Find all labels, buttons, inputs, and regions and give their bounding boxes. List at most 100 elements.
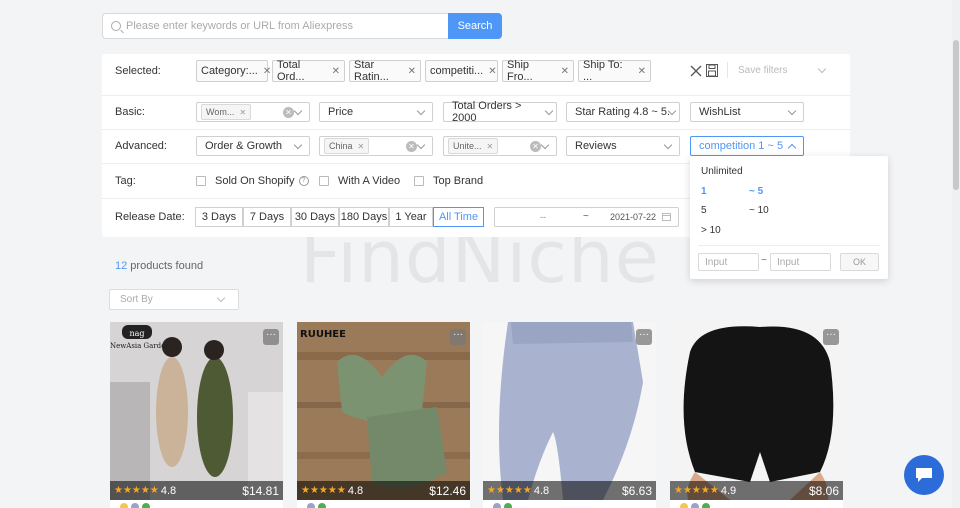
release-180-days[interactable]: 180 Days <box>339 207 389 227</box>
divider <box>102 95 850 96</box>
save-icon[interactable] <box>706 64 718 77</box>
product-rating: 4.8 <box>347 484 364 497</box>
product-price: $14.81 <box>242 483 279 498</box>
close-icon[interactable]: ✕ <box>408 66 416 77</box>
sort-by-select[interactable]: Sort By <box>109 289 239 310</box>
competition-gt-10-option[interactable]: > 10 <box>701 225 721 236</box>
competition-1-5-to[interactable]: ~ 5 <box>749 186 763 197</box>
close-icon[interactable]: ✕ <box>239 108 246 117</box>
calendar-icon <box>662 213 671 221</box>
basic-label: Basic: <box>115 106 145 118</box>
release-30-days[interactable]: 30 Days <box>291 207 339 227</box>
checkbox-box[interactable] <box>196 176 206 186</box>
scrollbar-thumb[interactable] <box>953 40 959 190</box>
ship-to-tag: Unite... ✕ <box>448 138 499 154</box>
competition-select[interactable]: competition 1 ~ 5 <box>690 136 804 156</box>
close-icon[interactable]: ✕ <box>332 66 340 77</box>
product-card[interactable]: nag NewAsia Garden ··· ★★★★★ 4.8 $14.81 <box>110 322 283 508</box>
star-rating-icon: ★★★★★ <box>301 485 346 496</box>
product-image[interactable]: nag NewAsia Garden <box>110 322 283 500</box>
chevron-down-icon <box>787 106 797 116</box>
search-button[interactable]: Search <box>448 13 502 39</box>
chevron-down-icon[interactable] <box>817 64 827 74</box>
product-card[interactable]: ··· ★★★★★ 4.8 $6.63 <box>483 322 656 508</box>
product-card[interactable]: RUUHEE ··· ★★★★★ 4.8 $12.46 <box>297 322 470 508</box>
badge-icon <box>691 503 699 508</box>
reviews-select[interactable]: Reviews <box>566 136 680 156</box>
divider <box>102 129 850 130</box>
date-range-picker[interactable]: -- ~ 2021-07-22 <box>494 207 679 227</box>
chat-icon <box>916 468 932 482</box>
checkbox-box[interactable] <box>319 176 329 186</box>
wishlist-select[interactable]: WishList <box>690 102 804 122</box>
sold-on-shopify-checkbox[interactable]: Sold On Shopify? <box>196 175 309 187</box>
search-input[interactable]: Please enter keywords or URL from Aliexp… <box>102 13 448 39</box>
product-price: $12.46 <box>429 483 466 498</box>
clear-icon[interactable]: ✕ <box>406 141 417 152</box>
release-7-days[interactable]: 7 Days <box>243 207 291 227</box>
with-a-video-checkbox[interactable]: With A Video <box>319 175 400 187</box>
chevron-down-icon <box>540 140 550 150</box>
product-image[interactable] <box>670 322 843 500</box>
competition-max-input[interactable]: Input <box>770 253 831 271</box>
product-image[interactable] <box>483 322 656 500</box>
badge-icon <box>680 503 688 508</box>
release-3-days[interactable]: 3 Days <box>195 207 243 227</box>
product-card[interactable]: ··· ★★★★★ 4.9 $8.06 <box>670 322 843 508</box>
competition-ok-button[interactable]: OK <box>840 253 879 271</box>
checkbox-box[interactable] <box>414 176 424 186</box>
total-orders-select[interactable]: Total Orders > 2000 <box>443 100 557 124</box>
selected-chip-competition[interactable]: competiti... ✕ <box>425 60 498 82</box>
chat-button[interactable] <box>904 455 944 495</box>
clear-all-icon[interactable] <box>690 65 702 77</box>
save-filters-button[interactable]: Save filters <box>738 65 787 76</box>
competition-min-input[interactable]: Input <box>698 253 759 271</box>
top-brand-checkbox[interactable]: Top Brand <box>414 175 483 187</box>
more-options-icon[interactable]: ··· <box>823 329 839 345</box>
product-image[interactable]: RUUHEE <box>297 322 470 500</box>
product-brand: RUUHEE <box>300 329 346 340</box>
product-badges <box>493 503 515 508</box>
selected-chip-ship-from[interactable]: Ship Fro... ✕ <box>502 59 574 83</box>
clear-icon[interactable]: ✕ <box>283 107 294 118</box>
product-info-bar: ★★★★★ 4.8 $12.46 <box>297 481 470 500</box>
close-icon[interactable]: ✕ <box>358 142 365 151</box>
badge-icon <box>120 503 128 508</box>
release-1-year[interactable]: 1 Year <box>389 207 433 227</box>
chevron-up-icon <box>787 143 797 153</box>
selected-chip-star-rating[interactable]: Star Ratin... ✕ <box>349 59 421 83</box>
chevron-down-icon <box>663 140 673 150</box>
selected-chip-category[interactable]: Category:... ✕ <box>196 60 271 82</box>
clear-icon[interactable]: ✕ <box>530 141 541 152</box>
more-options-icon[interactable]: ··· <box>263 329 279 345</box>
ship-to-select[interactable]: Unite... ✕ ✕ <box>443 136 557 156</box>
close-icon[interactable]: ✕ <box>561 66 569 77</box>
close-icon[interactable]: ✕ <box>263 66 271 77</box>
order-growth-select[interactable]: Order & Growth <box>196 136 310 156</box>
date-separator: ~ <box>583 211 589 222</box>
help-icon[interactable]: ? <box>298 176 309 186</box>
star-rating-select[interactable]: Star Rating 4.8 ~ 5. <box>566 102 680 122</box>
order-growth-label: Order & Growth <box>205 140 283 152</box>
competition-5-10-from[interactable]: 5 <box>701 205 707 216</box>
page-scrollbar[interactable] <box>952 0 960 508</box>
release-all-time[interactable]: All Time <box>433 207 484 227</box>
competition-5-10-to[interactable]: ~ 10 <box>749 205 769 216</box>
close-icon[interactable]: ✕ <box>638 66 646 77</box>
close-icon[interactable]: ✕ <box>487 142 494 151</box>
selected-chip-total-orders[interactable]: Total Ord... ✕ <box>272 59 345 83</box>
star-rating-icon: ★★★★★ <box>487 485 532 496</box>
badge-icon <box>307 503 315 508</box>
competition-1-5-from[interactable]: 1 <box>701 186 707 197</box>
chevron-down-icon <box>293 140 303 150</box>
more-options-icon[interactable]: ··· <box>636 329 652 345</box>
selected-chip-ship-to[interactable]: Ship To: ... ✕ <box>578 59 651 83</box>
competition-unlimited-option[interactable]: Unlimited <box>701 166 743 177</box>
release-date-label: Release Date: <box>115 211 185 223</box>
ship-from-select[interactable]: China ✕ ✕ <box>319 136 433 156</box>
price-select[interactable]: Price <box>319 102 433 122</box>
category-select[interactable]: Wom... ✕ ✕ <box>196 102 310 122</box>
more-options-icon[interactable]: ··· <box>450 329 466 345</box>
total-orders-label: Total Orders > 2000 <box>452 100 522 124</box>
close-icon[interactable]: ✕ <box>488 66 496 77</box>
